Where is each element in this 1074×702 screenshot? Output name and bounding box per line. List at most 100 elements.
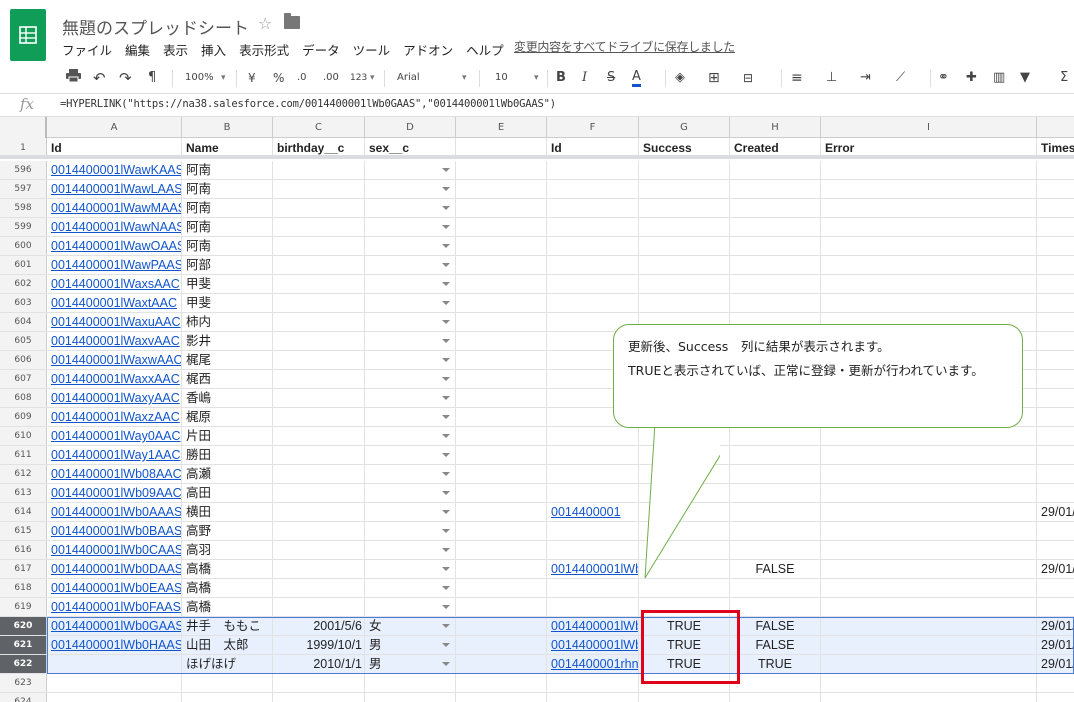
cell-j[interactable] <box>1037 579 1074 597</box>
cell-b[interactable]: 山田 太郎 <box>182 636 273 654</box>
cell-f[interactable]: 0014400001 <box>547 503 639 521</box>
cell-a[interactable]: 0014400001lWawLAAS <box>47 180 182 198</box>
insert-link-icon[interactable]: ⚭ <box>938 69 949 87</box>
cell-e[interactable] <box>456 408 547 426</box>
cell-f[interactable] <box>547 693 639 702</box>
vertical-align-icon[interactable]: ⊥ <box>826 69 837 87</box>
cell-f[interactable]: 0014400001lWb0 <box>547 560 639 578</box>
cell-j[interactable] <box>1037 275 1074 293</box>
cell-e[interactable] <box>456 427 547 445</box>
percent-button[interactable]: % <box>273 69 284 87</box>
cell-h[interactable] <box>730 503 821 521</box>
dropdown-chevron-icon[interactable] <box>442 282 450 286</box>
cell-i[interactable] <box>821 256 1037 274</box>
cell-c[interactable] <box>273 351 365 369</box>
row-number[interactable]: 599 <box>0 218 47 236</box>
font-chevron-icon[interactable]: ▾ <box>462 69 467 87</box>
cell-f[interactable] <box>547 161 639 179</box>
cell-e[interactable] <box>456 332 547 350</box>
cell-d[interactable] <box>365 313 456 331</box>
cell-h[interactable] <box>730 446 821 464</box>
cell-e[interactable] <box>456 275 547 293</box>
cell-c[interactable] <box>273 674 365 692</box>
insert-comment-icon[interactable]: ✚ <box>966 69 977 87</box>
cell-g[interactable] <box>639 237 730 255</box>
formula-input[interactable]: =HYPERLINK("https://na38.salesforce.com/… <box>60 98 556 110</box>
cell-b[interactable]: 梶尾 <box>182 351 273 369</box>
text-color-button[interactable]: A <box>632 69 641 87</box>
cell-c[interactable] <box>273 503 365 521</box>
cell-b[interactable]: 高田 <box>182 484 273 502</box>
cell-c[interactable] <box>273 332 365 350</box>
cell-c[interactable] <box>273 465 365 483</box>
cell-h[interactable] <box>730 484 821 502</box>
dropdown-chevron-icon[interactable] <box>442 453 450 457</box>
cell-e[interactable] <box>456 693 547 702</box>
cell-i[interactable] <box>821 617 1037 635</box>
cell-a[interactable]: 0014400001lWb0EAAS <box>47 579 182 597</box>
dropdown-chevron-icon[interactable] <box>442 187 450 191</box>
cell-f[interactable] <box>547 674 639 692</box>
cell-b[interactable]: 甲斐 <box>182 275 273 293</box>
cell-j[interactable] <box>1037 408 1074 426</box>
text-rotation-icon[interactable]: ⟋ <box>896 69 905 87</box>
column-header-e[interactable]: E <box>456 117 547 138</box>
cell-a[interactable] <box>47 693 182 702</box>
cell-h[interactable]: FALSE <box>730 636 821 654</box>
cell-b[interactable]: 高橋 <box>182 598 273 616</box>
cell-h[interactable] <box>730 161 821 179</box>
row-number[interactable]: 615 <box>0 522 47 540</box>
star-icon[interactable]: ☆ <box>258 14 272 33</box>
cell-c[interactable] <box>273 693 365 702</box>
cell-j[interactable] <box>1037 370 1074 388</box>
cell-h[interactable] <box>730 427 821 445</box>
cell-b[interactable]: 片田 <box>182 427 273 445</box>
cell-h[interactable] <box>730 237 821 255</box>
save-status-link[interactable]: 変更内容をすべてドライブに保存しました <box>514 38 735 55</box>
cell-i[interactable] <box>821 465 1037 483</box>
cell-b[interactable] <box>182 693 273 702</box>
cell-j[interactable] <box>1037 199 1074 217</box>
row-number[interactable]: 603 <box>0 294 47 312</box>
menu-file[interactable]: ファイル <box>62 40 112 59</box>
cell-b[interactable]: 高瀬 <box>182 465 273 483</box>
cell-e[interactable] <box>456 389 547 407</box>
fill-color-icon[interactable]: ◈ <box>675 69 685 87</box>
cell-h[interactable] <box>730 256 821 274</box>
cell-d[interactable] <box>365 465 456 483</box>
cell-b[interactable]: 井手 ももこ <box>182 617 273 635</box>
cell-c[interactable] <box>273 541 365 559</box>
dropdown-chevron-icon[interactable] <box>442 567 450 571</box>
cell-j[interactable]: 29/01/ <box>1037 636 1074 654</box>
paint-format-icon[interactable]: ¶ <box>148 69 156 87</box>
cell-e[interactable] <box>456 465 547 483</box>
cell-e[interactable] <box>456 256 547 274</box>
row-number[interactable]: 619 <box>0 598 47 616</box>
cell-d[interactable] <box>365 180 456 198</box>
cell-i[interactable] <box>821 693 1037 702</box>
row-number[interactable]: 620 <box>0 617 47 635</box>
column-header-c[interactable]: C <box>273 117 365 138</box>
cell-h[interactable] <box>730 180 821 198</box>
menu-tools[interactable]: ツール <box>353 40 391 59</box>
strikethrough-button[interactable]: S <box>607 69 615 87</box>
cell-f[interactable] <box>547 256 639 274</box>
cell-a[interactable] <box>47 655 182 673</box>
column-header-d[interactable]: D <box>365 117 456 138</box>
cell-b[interactable]: 高橋 <box>182 560 273 578</box>
cell-e[interactable] <box>456 598 547 616</box>
number-format-chevron-icon[interactable]: ▾ <box>370 69 375 87</box>
cell-i[interactable] <box>821 427 1037 445</box>
row-number[interactable]: 600 <box>0 237 47 255</box>
cell-e[interactable] <box>456 674 547 692</box>
cell-j[interactable] <box>1037 484 1074 502</box>
cell-d[interactable] <box>365 427 456 445</box>
cell-g[interactable] <box>639 465 730 483</box>
cell-d[interactable] <box>365 370 456 388</box>
cell-a[interactable]: 0014400001lWaxvAAC <box>47 332 182 350</box>
cell-j[interactable] <box>1037 446 1074 464</box>
cell-c[interactable] <box>273 522 365 540</box>
text-wrap-icon[interactable]: ⇥ <box>860 69 871 87</box>
redo-icon[interactable]: ↷ <box>119 69 132 87</box>
cell-d[interactable] <box>365 484 456 502</box>
